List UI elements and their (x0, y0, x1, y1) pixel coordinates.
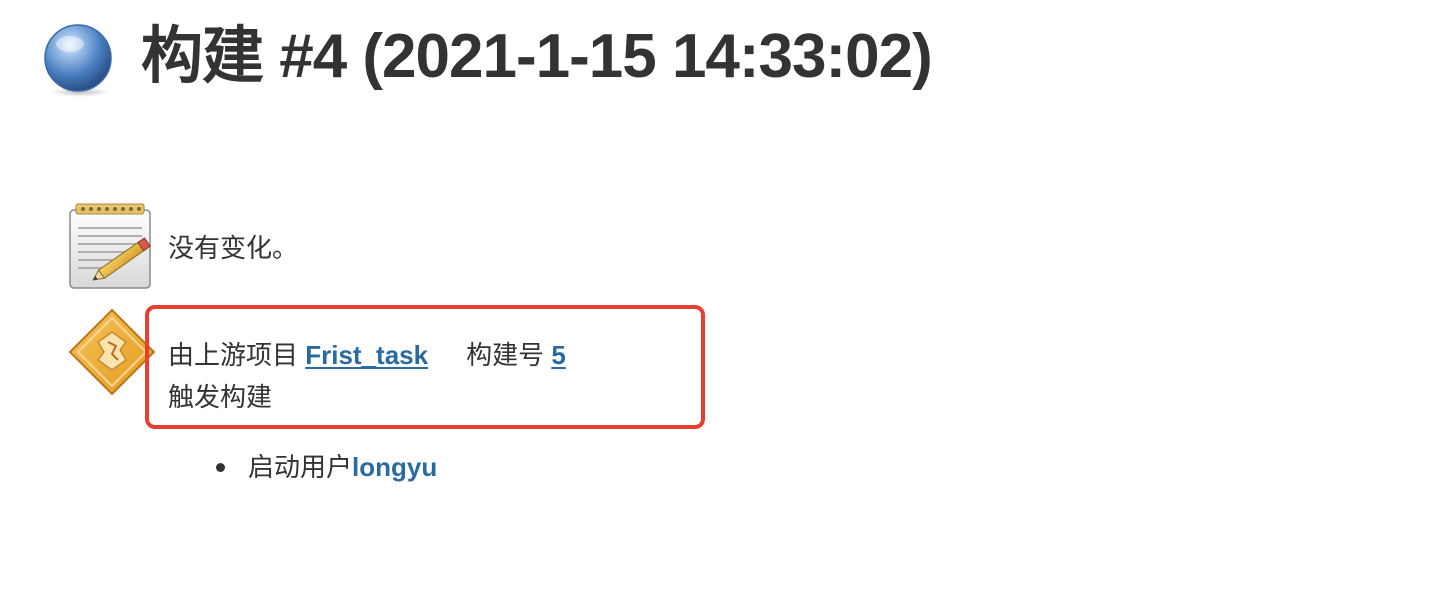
changes-summary: 没有变化。 (168, 233, 299, 263)
blue-ball-icon (44, 24, 112, 97)
bullet-icon (216, 463, 225, 472)
list-item: 启动用户longyu (216, 450, 437, 484)
cause-suffix: 触发构建 (168, 382, 273, 412)
started-by-list: 启动用户longyu (216, 450, 437, 484)
notepad-icon (69, 203, 151, 289)
upstream-build-link[interactable]: 5 (551, 340, 565, 370)
upstream-project-link[interactable]: Frist_task (305, 340, 428, 370)
build-number-label: 构建号 (466, 340, 545, 370)
user-link[interactable]: longyu (352, 452, 437, 482)
upstream-cause-line: 由上游项目 Frist_task 构建号 5 (168, 338, 566, 372)
cause-prefix: 由上游项目 (168, 340, 299, 370)
page-title: 构建 #4 (2021-1-15 14:33:02) (141, 22, 933, 91)
started-by-label: 启动用户 (248, 452, 353, 482)
upstream-project-icon (68, 308, 156, 396)
